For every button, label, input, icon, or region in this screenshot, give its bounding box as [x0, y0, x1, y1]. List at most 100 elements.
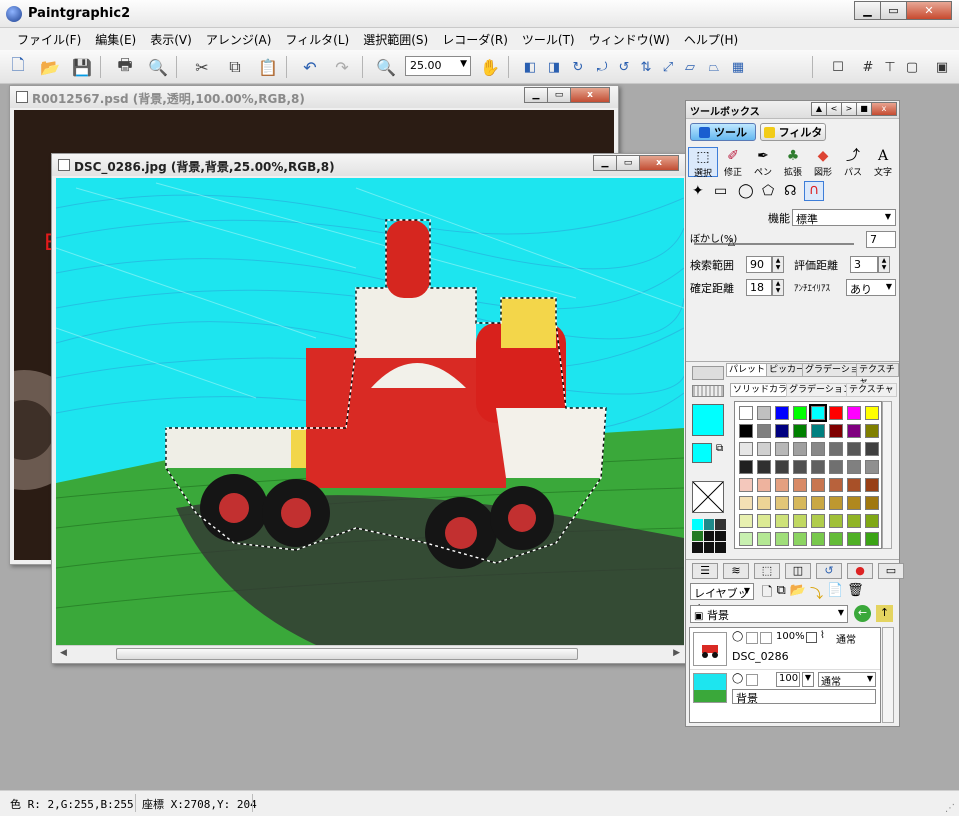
- color-swatch[interactable]: [847, 406, 861, 420]
- color-swatch[interactable]: [829, 460, 843, 474]
- paste-icon[interactable]: 📋: [256, 55, 280, 79]
- color-swatch[interactable]: [829, 496, 843, 510]
- selection-layer-icon[interactable]: ⬚: [754, 563, 780, 579]
- color-swatch[interactable]: [811, 478, 825, 492]
- undo-icon[interactable]: ↶: [298, 55, 322, 79]
- color-swatch[interactable]: [739, 532, 753, 546]
- redo-icon[interactable]: ↷: [330, 55, 354, 79]
- trash-icon[interactable]: 🗑: [847, 583, 864, 605]
- color-swatch[interactable]: [757, 460, 771, 474]
- color-swatch[interactable]: [775, 442, 789, 456]
- slider-handle-icon[interactable]: △: [728, 238, 735, 248]
- new-layer-icon[interactable]: 🗋: [762, 583, 772, 605]
- rect-select-icon[interactable]: ▭: [714, 183, 727, 199]
- color-swatch[interactable]: [865, 496, 879, 510]
- eval-distance-input[interactable]: 3: [850, 256, 878, 273]
- color-swatch[interactable]: [775, 514, 789, 528]
- color-swatch[interactable]: [829, 532, 843, 546]
- tool-category-retouch[interactable]: ✐ 修正: [718, 147, 748, 178]
- rotate-left-icon[interactable]: ◧: [518, 55, 542, 79]
- color-swatch[interactable]: [793, 496, 807, 510]
- search-range-input[interactable]: 90: [746, 256, 772, 273]
- color-swatch[interactable]: [739, 424, 753, 438]
- tool-category-text[interactable]: A 文字: [868, 147, 898, 178]
- menu-edit[interactable]: 編集(E): [88, 28, 143, 50]
- horizontal-scrollbar[interactable]: ◀ ▶: [56, 645, 684, 662]
- function-select[interactable]: 標準 ▼: [792, 209, 896, 226]
- color-swatch[interactable]: [811, 496, 825, 510]
- tool-category-path[interactable]: ⤴ パス: [838, 147, 868, 178]
- rotate-270-icon[interactable]: ↺: [612, 55, 636, 79]
- color-swatch[interactable]: [757, 478, 771, 492]
- transparent-color-icon[interactable]: [692, 481, 724, 513]
- navigator-icon[interactable]: ▭: [878, 563, 904, 579]
- close-button[interactable]: x: [570, 87, 610, 103]
- tool-category-shape[interactable]: ◆ 図形: [808, 147, 838, 178]
- color-swatch[interactable]: [865, 478, 879, 492]
- tab-palette[interactable]: パレット: [726, 363, 769, 377]
- color-swatch[interactable]: [757, 406, 771, 420]
- color-swatch[interactable]: [811, 442, 825, 456]
- layer-row[interactable]: ◯ 100% ⌇ 通常 DSC_0286: [690, 628, 880, 670]
- color-swatch[interactable]: [793, 514, 807, 528]
- color-swatch[interactable]: [739, 496, 753, 510]
- search-range-spinner[interactable]: ▲ ▼: [772, 256, 784, 273]
- color-swatch[interactable]: [829, 514, 843, 528]
- color-swatch[interactable]: [739, 460, 753, 474]
- close-button[interactable]: ✕: [906, 1, 952, 20]
- resize-icon[interactable]: ⤢: [656, 55, 680, 79]
- mini-swatches[interactable]: [692, 519, 726, 553]
- color-swatch[interactable]: [811, 460, 825, 474]
- color-swatch[interactable]: [739, 442, 753, 456]
- link-checkbox[interactable]: [760, 632, 772, 644]
- resize-grip-icon[interactable]: ⋰: [945, 803, 955, 814]
- chevron-down-icon[interactable]: ▼: [802, 672, 814, 687]
- polygon-select-icon[interactable]: ⬠: [762, 183, 774, 199]
- color-swatch[interactable]: [811, 514, 825, 528]
- close-button[interactable]: x: [639, 155, 679, 171]
- minimize-button[interactable]: ▁: [593, 155, 617, 171]
- blur-input[interactable]: 7: [866, 231, 896, 248]
- menu-arrange[interactable]: アレンジ(A): [199, 28, 279, 50]
- eye-icon[interactable]: ◯: [732, 673, 743, 684]
- new-file-icon[interactable]: 🗋: [6, 55, 30, 79]
- color-swatch[interactable]: [793, 442, 807, 456]
- eval-distance-spinner[interactable]: ▲ ▼: [878, 256, 890, 273]
- layer-book-select[interactable]: ▣ 背景 ▼: [690, 605, 848, 623]
- lock-checkbox[interactable]: [746, 674, 758, 686]
- color-swatch[interactable]: [793, 460, 807, 474]
- color-swatch[interactable]: [865, 532, 879, 546]
- open-folder-icon[interactable]: 📂: [38, 55, 62, 79]
- tool-category-pen[interactable]: ✒ ペン: [748, 147, 778, 178]
- perspective-icon[interactable]: ⏢: [702, 55, 726, 79]
- palette-scrollbar[interactable]: [882, 401, 892, 549]
- color-swatch[interactable]: [847, 424, 861, 438]
- color-swatch[interactable]: [775, 424, 789, 438]
- menu-view[interactable]: 表示(V): [143, 28, 199, 50]
- mosaic-icon[interactable]: ▦: [726, 55, 750, 79]
- color-swatch[interactable]: [865, 442, 879, 456]
- copy-icon[interactable]: ⧉: [223, 55, 247, 79]
- layer-name-field[interactable]: 背景: [732, 689, 876, 705]
- minimize-button[interactable]: ▁: [854, 1, 881, 20]
- color-swatch[interactable]: [829, 406, 843, 420]
- color-swatch[interactable]: [809, 404, 827, 422]
- duplicate-layer-icon[interactable]: ⧉: [776, 583, 785, 605]
- color-swatch[interactable]: [829, 424, 843, 438]
- maximize-button[interactable]: ▭: [880, 1, 907, 20]
- color-swatch[interactable]: [865, 424, 879, 438]
- color-swatch[interactable]: [739, 514, 753, 528]
- color-swatch[interactable]: [739, 406, 753, 420]
- menu-tool[interactable]: ツール(T): [515, 28, 582, 50]
- color-swatch[interactable]: [847, 442, 861, 456]
- cut-icon[interactable]: ✂: [190, 55, 214, 79]
- tool-category-select[interactable]: ⬚ 選択: [688, 147, 718, 179]
- view-window-icon[interactable]: ☐: [826, 55, 850, 79]
- color-swatch[interactable]: [865, 514, 879, 528]
- lasso-icon[interactable]: ☊: [784, 183, 796, 199]
- history-icon[interactable]: ↺: [816, 563, 842, 579]
- color-swatch[interactable]: [847, 496, 861, 510]
- grid-icon[interactable]: #: [856, 55, 880, 79]
- doc-window-front[interactable]: DSC_0286.jpg (背景,背景,25.00%,RGB,8) ▁ ▭ x: [51, 153, 688, 664]
- magnet-lasso-icon[interactable]: ∩: [804, 181, 824, 201]
